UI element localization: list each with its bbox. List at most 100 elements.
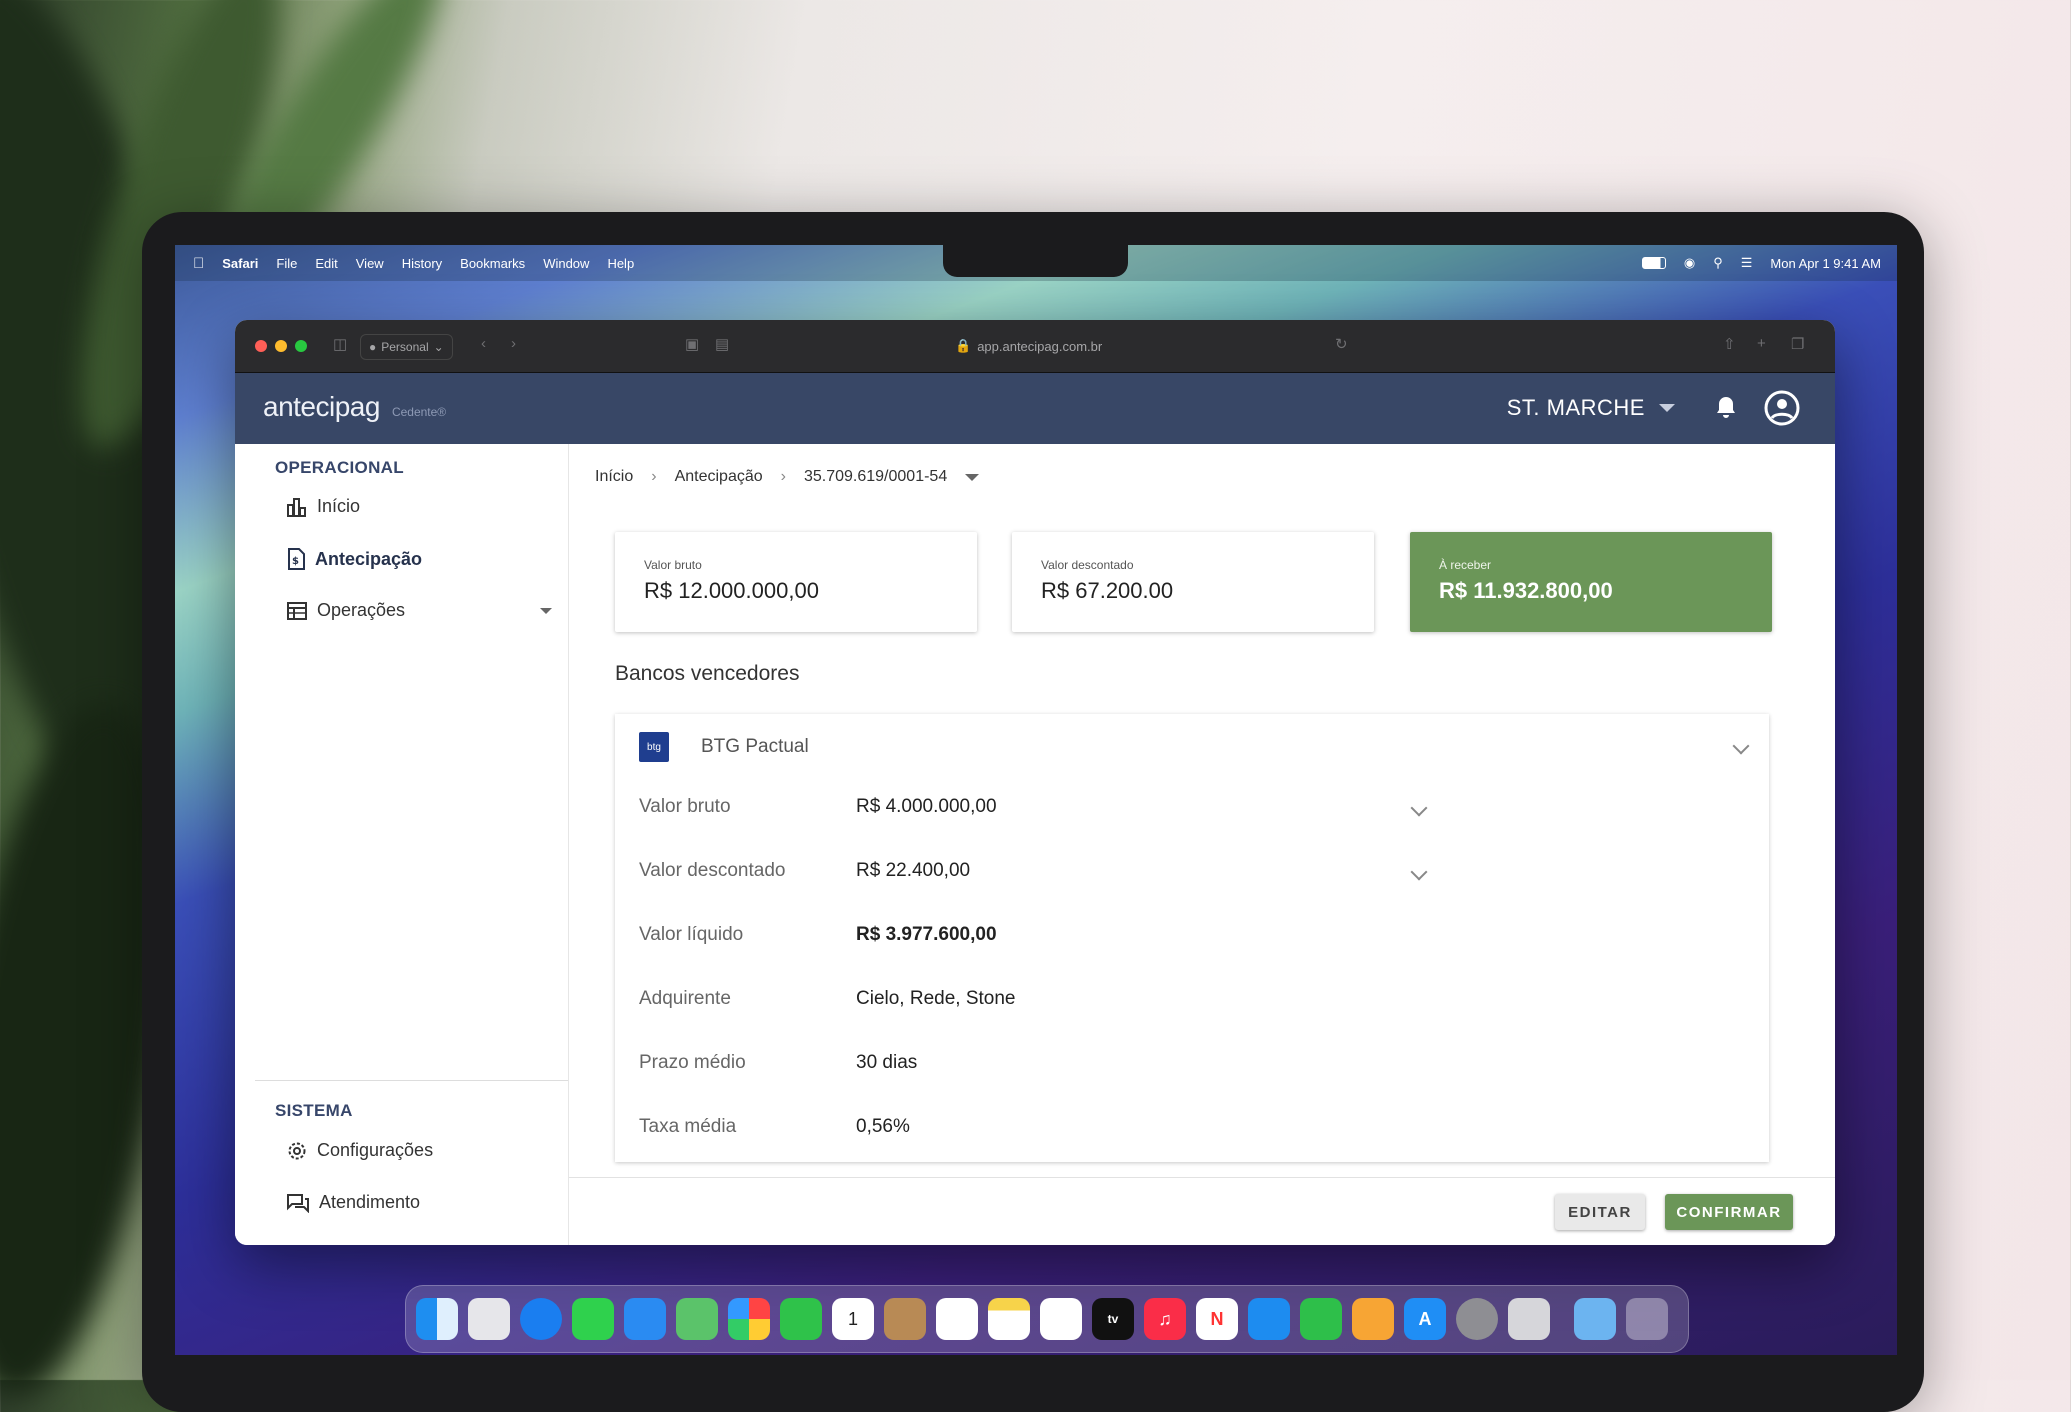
sidebar-item-inicio[interactable]: Início	[287, 496, 552, 517]
profile-selector[interactable]: ● Personal ⌄	[360, 334, 453, 360]
chevron-down-icon[interactable]	[1410, 863, 1428, 881]
account-icon[interactable]	[1763, 389, 1801, 427]
downloads-folder-icon[interactable]	[1574, 1298, 1616, 1340]
reload-icon[interactable]: ↻	[1335, 335, 1348, 353]
sidebar-item-operacoes[interactable]: Operações	[287, 600, 552, 621]
tab-overview-icon[interactable]: ❐	[1791, 335, 1804, 353]
close-window-button[interactable]	[255, 340, 267, 352]
sidebar-toggle-icon[interactable]: ◫	[333, 335, 347, 353]
sidebar-item-label: Antecipação	[315, 548, 423, 569]
news-icon[interactable]: N	[1196, 1298, 1238, 1340]
facetime-icon[interactable]	[780, 1298, 822, 1340]
card-label: Valor descontado	[1041, 558, 1134, 572]
trash-icon[interactable]	[1626, 1298, 1668, 1340]
notes-icon[interactable]	[988, 1298, 1030, 1340]
back-icon[interactable]: ‹	[481, 335, 486, 352]
minimize-window-button[interactable]	[275, 340, 287, 352]
breadcrumb-section[interactable]: Antecipação	[675, 468, 763, 486]
menu-clock[interactable]: Mon Apr 1 9:41 AM	[1770, 256, 1881, 271]
summary-card-bruto: Valor bruto R$ 12.000.000,00	[615, 532, 977, 632]
battery-icon[interactable]	[1641, 257, 1666, 269]
sidebar-item-label: Atendimento	[319, 1192, 421, 1212]
share-icon[interactable]: ⇧	[1723, 335, 1736, 353]
sidebar-item-antecipacao[interactable]: $ Antecipação	[287, 548, 552, 570]
sidebar-item-atendimento[interactable]: Atendimento	[287, 1192, 552, 1213]
freeform-icon[interactable]	[1040, 1298, 1082, 1340]
edit-button[interactable]: EDITAR	[1555, 1194, 1645, 1230]
app-logo[interactable]: antecipag Cedente®	[263, 391, 446, 423]
calendar-icon[interactable]: 1	[832, 1298, 874, 1340]
browser-toolbar: ◫ ● Personal ⌄ ‹ › ▣ ▤ 🔒 app.antecipag.c…	[235, 320, 1835, 373]
bank-row: Valor descontado R$ 22.400,00	[639, 860, 970, 882]
app-store-icon[interactable]: A	[1404, 1298, 1446, 1340]
breadcrumb-cnpj[interactable]: 35.709.619/0001-54	[804, 468, 947, 486]
finder-icon[interactable]	[416, 1298, 458, 1340]
menu-history[interactable]: History	[402, 256, 442, 271]
app-header: antecipag Cedente® ST. MARCHE	[235, 373, 1835, 445]
chevron-down-icon[interactable]	[1732, 737, 1750, 755]
menu-help[interactable]: Help	[607, 256, 634, 271]
menu-file[interactable]: File	[276, 256, 297, 271]
menu-window[interactable]: Window	[543, 256, 589, 271]
bell-icon[interactable]	[1715, 395, 1737, 421]
row-value: 0,56%	[856, 1116, 910, 1137]
company-selector[interactable]: ST. MARCHE	[1507, 395, 1675, 421]
reader-icon[interactable]: ▤	[715, 335, 729, 353]
apple-icon[interactable]: 	[193, 255, 204, 272]
row-key: Valor descontado	[639, 860, 786, 881]
row-value: R$ 22.400,00	[856, 860, 971, 881]
dock: 1 tv ♫ N A	[405, 1285, 1689, 1353]
bank-header[interactable]: btg BTG Pactual	[639, 732, 809, 762]
photos-icon[interactable]	[728, 1298, 770, 1340]
gear-icon	[288, 1142, 306, 1159]
chevron-down-icon[interactable]	[1410, 799, 1428, 817]
row-value: R$ 3.977.600,00	[856, 924, 997, 945]
keynote-icon[interactable]	[1248, 1298, 1290, 1340]
launchpad-icon[interactable]	[468, 1298, 510, 1340]
breadcrumb-home[interactable]: Início	[595, 468, 633, 486]
zoom-window-button[interactable]	[295, 340, 307, 352]
safari-icon[interactable]	[520, 1298, 562, 1340]
menu-view[interactable]: View	[356, 256, 384, 271]
chevron-right-icon: ›	[780, 468, 786, 485]
confirm-button[interactable]: CONFIRMAR	[1665, 1194, 1793, 1230]
card-value: R$ 11.932.800,00	[1439, 578, 1613, 603]
mail-icon[interactable]	[624, 1298, 666, 1340]
menu-edit[interactable]: Edit	[315, 256, 337, 271]
system-settings-icon[interactable]	[1456, 1298, 1498, 1340]
chat-icon	[287, 1193, 309, 1213]
maps-icon[interactable]	[676, 1298, 718, 1340]
bank-row: Taxa média 0,56%	[639, 1116, 910, 1138]
messages-icon[interactable]	[572, 1298, 614, 1340]
iphone-mirroring-icon[interactable]	[1508, 1298, 1550, 1340]
pages-icon[interactable]	[1352, 1298, 1394, 1340]
summary-card-receber: À receber R$ 11.932.800,00	[1410, 532, 1772, 632]
address-bar[interactable]: 🔒 app.antecipag.com.br	[955, 334, 1102, 358]
row-key: Prazo médio	[639, 1052, 746, 1073]
sidebar-item-label: Início	[317, 496, 361, 516]
forward-icon[interactable]: ›	[511, 335, 516, 352]
card-label: À receber	[1439, 558, 1492, 572]
sidebar-item-label: Configurações	[317, 1140, 434, 1160]
new-tab-icon[interactable]: +	[1757, 335, 1766, 352]
chevron-down-icon: ⌄	[433, 340, 444, 354]
sidebar-item-label: Operações	[317, 600, 406, 620]
music-icon[interactable]: ♫	[1144, 1298, 1186, 1340]
logo-subtitle: Cedente®	[391, 405, 447, 419]
menu-app-name[interactable]: Safari	[222, 256, 258, 271]
camera-notch	[943, 245, 1128, 277]
caret-down-icon[interactable]	[540, 608, 552, 614]
reminders-icon[interactable]	[936, 1298, 978, 1340]
control-center-icon[interactable]: ☰	[1741, 255, 1753, 271]
menu-bookmarks[interactable]: Bookmarks	[460, 256, 525, 271]
search-icon[interactable]: ⚲	[1713, 255, 1723, 271]
contacts-icon[interactable]	[884, 1298, 926, 1340]
chart-icon	[287, 497, 306, 517]
wifi-icon[interactable]: ◉	[1684, 255, 1695, 271]
sidebar-item-configuracoes[interactable]: Configurações	[287, 1140, 552, 1161]
extension-icon[interactable]: ▣	[685, 335, 699, 353]
caret-down-icon[interactable]	[965, 473, 980, 481]
tv-icon[interactable]: tv	[1092, 1298, 1134, 1340]
row-key: Adquirente	[639, 988, 731, 1009]
numbers-icon[interactable]	[1300, 1298, 1342, 1340]
